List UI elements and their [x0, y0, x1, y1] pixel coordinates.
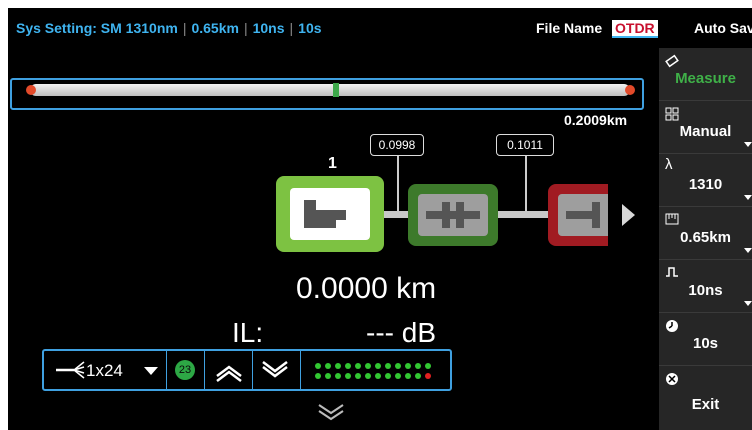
fiber-total-distance: 0.2009km [564, 112, 628, 128]
event-distance: 0.0000 km [296, 272, 437, 305]
port-count-badge: 23 [175, 360, 195, 380]
fiber-fan-icon [56, 361, 85, 379]
launch-connector-icon [304, 200, 346, 228]
port-led [335, 373, 341, 379]
menu-distance-label: 0.65km [680, 229, 731, 246]
port-led [355, 373, 361, 379]
event-node-connector[interactable] [408, 184, 498, 246]
port-led [405, 363, 411, 369]
toolbar-divider [300, 351, 301, 389]
sys-wavelength: Sys Setting: SM 1310nm [16, 20, 178, 36]
toolbar-divider [252, 351, 253, 389]
clock-icon [666, 320, 678, 332]
port-led [345, 363, 351, 369]
port-led [335, 363, 341, 369]
menu-wavelength[interactable]: λ 1310 [659, 154, 752, 207]
chevron-down-icon [744, 301, 752, 306]
port-led [395, 373, 401, 379]
port-led [365, 373, 371, 379]
fiber-segment-link [498, 211, 552, 218]
menu-pulse-width[interactable]: 10ns [659, 260, 752, 313]
port-status-leds [315, 363, 431, 379]
port-led [385, 373, 391, 379]
port-selector-label[interactable]: 1x24 [86, 361, 123, 381]
port-led [325, 363, 331, 369]
port-led [315, 373, 321, 379]
insertion-loss-label: IL: [232, 317, 264, 348]
port-led [325, 373, 331, 379]
port-led [385, 363, 391, 369]
lambda-icon: λ [665, 156, 673, 173]
event-node-launch[interactable] [276, 176, 384, 252]
grid-icon [665, 107, 679, 121]
eraser-icon [665, 54, 679, 68]
event-number: 1 [328, 155, 337, 172]
port-led [375, 363, 381, 369]
auto-save-toggle[interactable]: Auto Save [694, 20, 752, 36]
menu-measure-label: Measure [675, 70, 736, 87]
chevron-down-icon [744, 142, 752, 147]
sys-pulse: 10ns [252, 20, 285, 36]
fiber-start-marker [26, 85, 36, 95]
connector-icon [426, 202, 480, 228]
end-connector-icon [566, 202, 600, 228]
next-event-arrow[interactable] [622, 204, 635, 226]
more-chevron-icon[interactable] [316, 402, 346, 422]
menu-exit[interactable]: Exit [659, 366, 752, 430]
menu-measure[interactable]: Measure [659, 48, 752, 101]
menu-manual-label: Manual [679, 123, 732, 140]
port-led [345, 373, 351, 379]
insertion-loss-value: --- dB [366, 317, 436, 348]
scroll-down-button[interactable] [254, 354, 296, 386]
toolbar-divider [204, 351, 205, 389]
port-led [415, 373, 421, 379]
event-node-end[interactable] [548, 184, 608, 246]
top-status-bar: Sys Setting: SM 1310nm | 0.65km | 10ns | 10s F… [8, 8, 752, 46]
port-led [415, 363, 421, 369]
scroll-up-button[interactable] [208, 354, 250, 386]
callout-stem [397, 156, 399, 214]
ruler-icon [665, 213, 679, 225]
port-led [425, 363, 431, 369]
chevron-down-icon[interactable] [144, 367, 158, 375]
menu-distance-range[interactable]: 0.65km [659, 207, 752, 260]
port-led [375, 373, 381, 379]
callout-stem [525, 156, 527, 214]
file-name-label: File Name [536, 20, 603, 36]
port-led [405, 373, 411, 379]
port-led [365, 363, 371, 369]
menu-acquisition-time[interactable]: 10s [659, 313, 752, 366]
port-toolbar: 1x24 23 [42, 349, 452, 391]
file-name-field[interactable]: OTDR [612, 20, 658, 38]
menu-manual[interactable]: Manual [659, 101, 752, 154]
menu-exit-label: Exit [691, 396, 720, 413]
toolbar-divider [166, 351, 167, 389]
chevron-down-icon [744, 195, 752, 200]
port-led-alert [425, 373, 431, 379]
segment-loss-callout: 0.1011 [496, 134, 554, 156]
fiber-overview-bar[interactable] [30, 84, 630, 96]
menu-pulse-label: 10ns [688, 282, 723, 299]
port-led [355, 363, 361, 369]
menu-wavelength-label: 1310 [688, 176, 723, 193]
pulse-icon [666, 267, 678, 277]
sys-distance: 0.65km [191, 20, 239, 36]
otdr-screen: Sys Setting: SM 1310nm | 0.65km | 10ns | 10s F… [8, 8, 752, 430]
fiber-cursor-marker[interactable] [333, 83, 339, 97]
menu-time-label: 10s [692, 335, 719, 352]
right-menu-panel: Measure Manual λ 1310 0.65km 10ns 10s Ex… [659, 48, 752, 430]
segment-loss-callout: 0.0998 [370, 134, 424, 156]
fiber-end-marker [625, 85, 635, 95]
chevron-down-icon [744, 248, 752, 253]
port-led [315, 363, 321, 369]
port-led [395, 363, 401, 369]
sys-time: 10s [298, 20, 322, 36]
close-circle-icon [666, 373, 678, 385]
system-settings-summary[interactable]: Sys Setting: SM 1310nm | 0.65km | 10ns | 10s [16, 20, 322, 36]
